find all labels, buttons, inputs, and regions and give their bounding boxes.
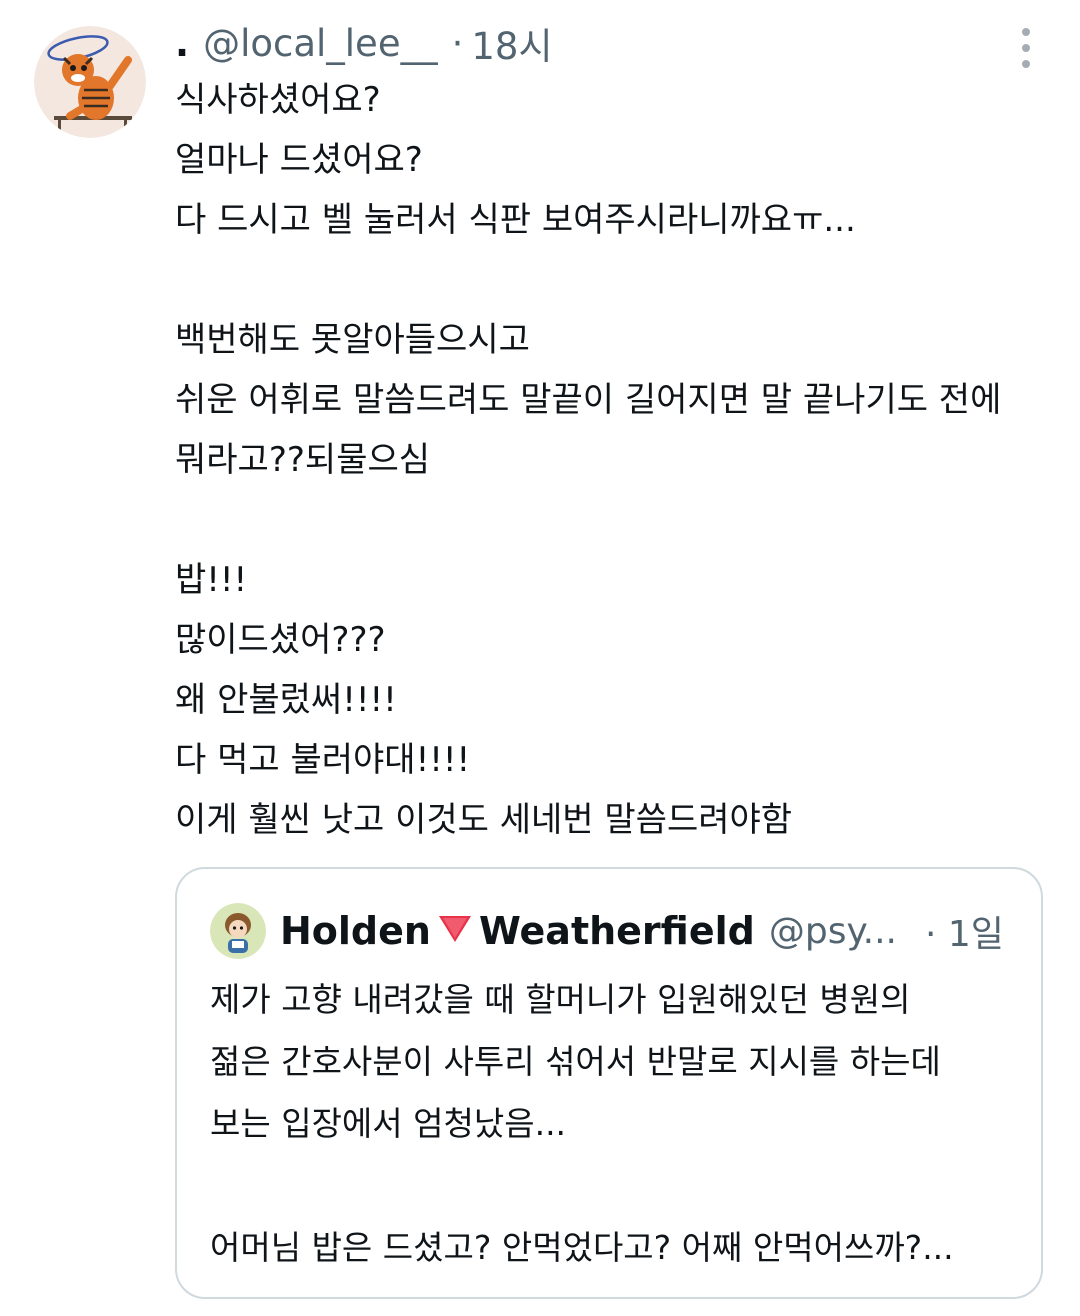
- quoted-author-handle[interactable]: @psy...: [769, 911, 897, 952]
- tweet-line: 다 먹고 불러야대!!!!: [175, 740, 471, 780]
- author-avatar[interactable]: [34, 26, 146, 138]
- tweet-line: 얼마나 드셨어요?: [175, 140, 423, 180]
- tweet-line: 이게 훨씬 낫고 이것도 세네번 말씀드려야함: [175, 800, 793, 840]
- tweet-line: 왜 안불렀써!!!!: [175, 680, 397, 720]
- quoted-line: 어머님 밥은 드셨고? 안먹었다고? 어째 안먹어쓰까?...: [210, 1228, 954, 1267]
- quoted-line: 젊은 간호사분이 사투리 섞어서 반말로 지시를 하는데: [210, 1042, 941, 1081]
- quoted-time-separator: ·: [924, 914, 937, 955]
- tweet-line: 다 드시고 벨 눌러서 식판 보여주시라니까요ㅠ...: [175, 200, 856, 240]
- tweet-line: 백번해도 못알아들으시고: [175, 320, 530, 360]
- author-name[interactable]: .: [175, 22, 189, 65]
- tweet-line: 식사하셨어요?: [175, 80, 381, 120]
- quoted-name-part-2: Weatherfield: [478, 909, 755, 953]
- quoted-blank-line: [210, 1155, 1020, 1217]
- quoted-time-value: 1일: [947, 914, 1004, 955]
- tweet-header: . @local_lee__ · 18시: [175, 16, 552, 70]
- red-triangle-down-icon: [435, 909, 475, 953]
- author-handle[interactable]: @local_lee__: [203, 22, 438, 65]
- quoted-tweet-header: Holden Weatherfield @psy... · 1일: [210, 903, 1004, 959]
- tweet-line: 쉬운 어휘로 말씀드려도 말끝이 길어지면 말 끝나기도 전에: [175, 380, 1002, 420]
- tweet-line: 뭐라고??되물으심: [175, 440, 431, 480]
- more-vertical-icon: [1022, 28, 1030, 36]
- header-separator: ·: [451, 21, 464, 65]
- more-options-button[interactable]: [1016, 28, 1036, 68]
- tweet-time[interactable]: 18시: [471, 16, 552, 70]
- cartoon-person-icon: [210, 903, 266, 959]
- quoted-author-avatar[interactable]: [210, 903, 266, 959]
- tiger-mascot-icon: [34, 26, 146, 138]
- tweet-text: 식사하셨어요? 얼마나 드셨어요? 다 드시고 벨 눌러서 식판 보여주시라니까…: [175, 70, 1055, 850]
- quoted-line: 보는 입장에서 엄청났음...: [210, 1104, 567, 1143]
- quoted-tweet-card[interactable]: Holden Weatherfield @psy... · 1일 제가 고향 내…: [175, 867, 1043, 1299]
- quoted-line: 제가 고향 내려갔을 때 할머니가 입원해있던 병원의: [210, 980, 911, 1019]
- tweet-line: 밥!!!: [175, 560, 248, 600]
- quoted-author-name[interactable]: Holden Weatherfield: [280, 909, 755, 953]
- tweet-line: 많이드셨어???: [175, 620, 386, 660]
- quoted-tweet-time[interactable]: · 1일: [925, 905, 1004, 957]
- quoted-name-part-1: Holden: [280, 909, 431, 953]
- quoted-tweet-text: 제가 고향 내려갔을 때 할머니가 입원해있던 병원의 젊은 간호사분이 사투리…: [210, 969, 1020, 1279]
